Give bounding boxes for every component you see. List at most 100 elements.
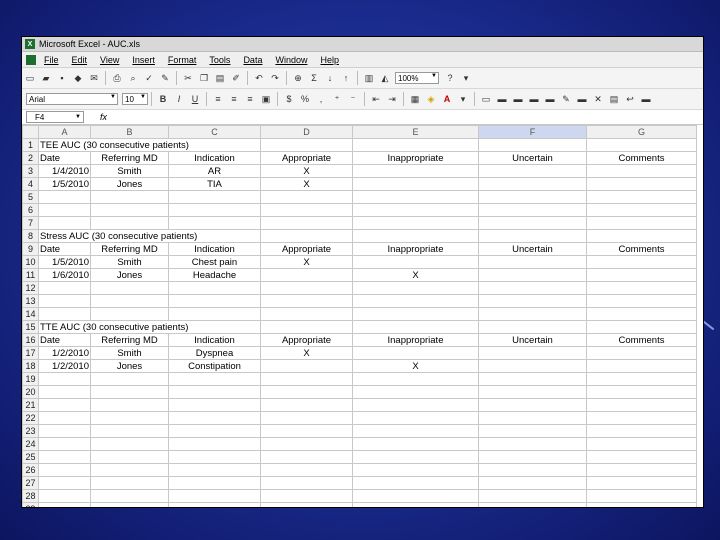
cell[interactable] <box>260 203 353 217</box>
row-header[interactable]: 26 <box>22 463 39 477</box>
cell[interactable]: X <box>352 268 479 282</box>
drawing-icon[interactable]: ◭ <box>378 71 392 85</box>
cell[interactable] <box>586 346 697 360</box>
column-label-cell[interactable]: Date <box>38 242 91 256</box>
cell[interactable] <box>586 268 697 282</box>
cell[interactable] <box>352 216 479 230</box>
cell[interactable] <box>168 281 261 295</box>
row-header[interactable]: 24 <box>22 437 39 451</box>
cell[interactable] <box>260 372 353 386</box>
row-header[interactable]: 14 <box>22 307 39 321</box>
cell[interactable] <box>38 216 91 230</box>
cell[interactable] <box>478 359 587 373</box>
email-icon[interactable]: ✉ <box>87 71 101 85</box>
name-box[interactable]: F4 ▼ <box>26 111 84 123</box>
menu-tools[interactable]: Tools <box>209 55 230 65</box>
cell[interactable] <box>586 229 697 243</box>
toolbar-options-icon[interactable]: ▾ <box>459 71 473 85</box>
cell[interactable] <box>352 138 479 152</box>
autosum-icon[interactable]: Σ <box>307 71 321 85</box>
cell[interactable] <box>260 307 353 321</box>
cell[interactable]: X <box>260 255 353 269</box>
cell[interactable] <box>586 450 697 464</box>
cell[interactable] <box>586 463 697 477</box>
cell[interactable] <box>260 138 353 152</box>
cell[interactable] <box>38 281 91 295</box>
cell[interactable] <box>352 203 479 217</box>
cell[interactable] <box>586 320 697 334</box>
section-title-cell[interactable]: Stress AUC (30 consecutive patients) <box>38 229 261 243</box>
column-label-cell[interactable]: Indication <box>168 242 261 256</box>
cell[interactable] <box>90 281 169 295</box>
cell[interactable] <box>90 307 169 321</box>
merge-center-icon[interactable]: ▣ <box>259 92 273 106</box>
column-header-g[interactable]: G <box>586 125 697 139</box>
row-header[interactable]: 10 <box>22 255 39 269</box>
cell[interactable] <box>260 450 353 464</box>
cell[interactable] <box>478 203 587 217</box>
row-header[interactable]: 12 <box>22 281 39 295</box>
cell[interactable] <box>260 411 353 425</box>
column-label-cell[interactable]: Inappropriate <box>352 151 479 165</box>
cell[interactable] <box>478 450 587 464</box>
column-label-cell[interactable]: Comments <box>586 333 697 347</box>
cell[interactable] <box>478 372 587 386</box>
cell[interactable] <box>260 268 353 282</box>
cell[interactable] <box>586 138 697 152</box>
cell[interactable] <box>352 437 479 451</box>
cell[interactable] <box>260 463 353 477</box>
cell[interactable] <box>478 307 587 321</box>
cell[interactable] <box>38 489 91 503</box>
cell[interactable] <box>586 255 697 269</box>
cell[interactable] <box>38 476 91 490</box>
fx-icon[interactable]: fx <box>100 112 107 122</box>
row-header[interactable]: 19 <box>22 372 39 386</box>
cell[interactable]: X <box>352 359 479 373</box>
cell[interactable] <box>168 424 261 438</box>
save-icon[interactable]: ▪ <box>55 71 69 85</box>
cell[interactable]: X <box>260 164 353 178</box>
menu-edit[interactable]: Edit <box>72 55 88 65</box>
column-label-cell[interactable]: Indication <box>168 333 261 347</box>
cell[interactable] <box>90 190 169 204</box>
cell[interactable] <box>260 385 353 399</box>
cell[interactable] <box>352 229 479 243</box>
cell[interactable]: 1/4/2010 <box>38 164 91 178</box>
menu-help[interactable]: Help <box>320 55 339 65</box>
cell[interactable]: 1/2/2010 <box>38 359 91 373</box>
italic-icon[interactable]: I <box>172 92 186 106</box>
row-header[interactable]: 2 <box>22 151 39 165</box>
cell[interactable] <box>168 437 261 451</box>
column-label-cell[interactable]: Uncertain <box>478 333 587 347</box>
cell[interactable] <box>168 398 261 412</box>
cell[interactable] <box>586 216 697 230</box>
cell[interactable]: AR <box>168 164 261 178</box>
align-center-icon[interactable]: ≡ <box>227 92 241 106</box>
cell[interactable] <box>260 229 353 243</box>
cell[interactable] <box>260 281 353 295</box>
cell[interactable] <box>478 346 587 360</box>
cell[interactable] <box>90 372 169 386</box>
cell[interactable] <box>90 476 169 490</box>
cell[interactable] <box>352 463 479 477</box>
permission-icon[interactable]: ◆ <box>71 71 85 85</box>
cell[interactable] <box>168 372 261 386</box>
cell[interactable] <box>168 385 261 399</box>
column-label-cell[interactable]: Uncertain <box>478 242 587 256</box>
row-header[interactable]: 20 <box>22 385 39 399</box>
cell[interactable]: 1/2/2010 <box>38 346 91 360</box>
end-review-icon[interactable]: ▬ <box>639 92 653 106</box>
column-header-f[interactable]: F <box>478 125 587 139</box>
cell[interactable]: Dyspnea <box>168 346 261 360</box>
column-label-cell[interactable]: Uncertain <box>478 151 587 165</box>
open-folder-icon[interactable]: ▰ <box>39 71 53 85</box>
cell[interactable] <box>38 190 91 204</box>
cell[interactable] <box>168 190 261 204</box>
cell[interactable] <box>586 489 697 503</box>
cell[interactable] <box>478 281 587 295</box>
redo-icon[interactable]: ↷ <box>268 71 282 85</box>
cell[interactable] <box>168 203 261 217</box>
bold-icon[interactable]: B <box>156 92 170 106</box>
row-header[interactable]: 23 <box>22 424 39 438</box>
new-icon[interactable]: ▭ <box>23 71 37 85</box>
